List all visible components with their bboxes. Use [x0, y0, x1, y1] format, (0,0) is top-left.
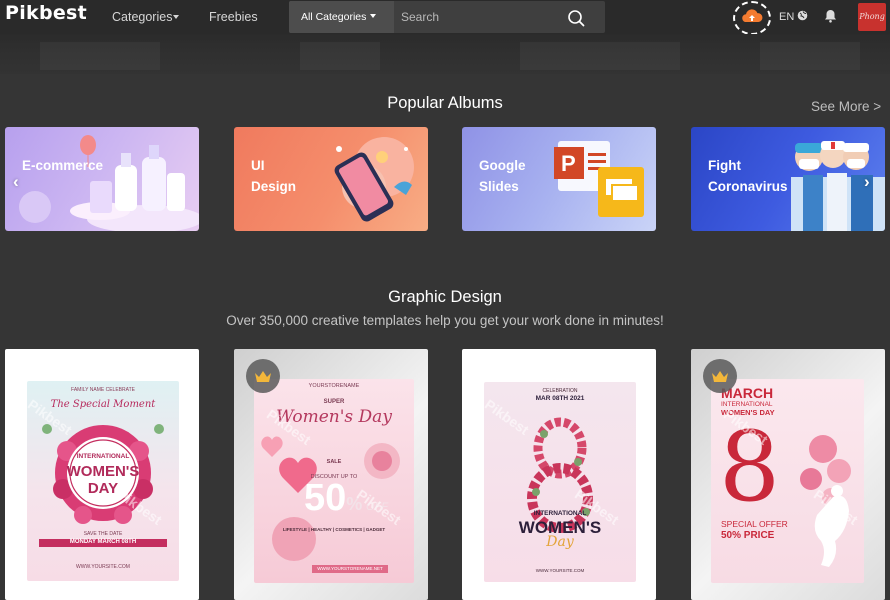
- cloud-upload-icon: [742, 9, 763, 22]
- poster-text: DAY: [87, 480, 119, 497]
- globe-icon: [798, 10, 808, 21]
- album-label: UI Design: [251, 158, 297, 194]
- template-card[interactable]: CELEBRATION MAR 08TH 2021 INTERNATIONAL …: [462, 349, 656, 600]
- poster-text: FAMILY NAME CELEBRATE: [71, 387, 135, 393]
- poster-text: SAVE THE DATE: [83, 531, 123, 537]
- site-logo[interactable]: Pikbest: [5, 2, 87, 24]
- poster-text: WWW.YOURSITE.COM: [535, 568, 585, 573]
- album-card-fight-coronavirus[interactable]: Fight Coronavirus: [691, 127, 885, 231]
- album-card-ui-design[interactable]: UI Design: [234, 127, 428, 231]
- premium-badge: [703, 359, 737, 393]
- crown-icon: [712, 371, 728, 382]
- svg-text:P: P: [561, 151, 576, 176]
- chevron-down-icon: [173, 15, 180, 19]
- search-icon: [568, 10, 585, 27]
- album-label: Fight Coronavirus: [708, 158, 788, 194]
- search-button[interactable]: [565, 7, 587, 29]
- language-label: EN: [779, 11, 795, 23]
- carousel-prev-button[interactable]: ‹: [13, 172, 19, 192]
- category-select[interactable]: All Categories: [289, 1, 394, 33]
- hero-banner-strip: [0, 34, 890, 74]
- nav-freebies[interactable]: Freebies: [209, 10, 258, 24]
- language-switch[interactable]: EN: [779, 10, 808, 23]
- chevron-down-icon: [370, 14, 377, 18]
- poster-text: MAR 08TH 2021: [535, 395, 585, 402]
- template-card[interactable]: FAMILY NAME CELEBRATE The Special Moment…: [5, 349, 199, 600]
- crown-icon: [255, 371, 271, 382]
- search-input[interactable]: [401, 5, 561, 29]
- search-bar: All Categories: [289, 1, 605, 33]
- poster-text: CELEBRATION: [542, 388, 578, 394]
- album-card-google-slides[interactable]: P Google Slides: [462, 127, 656, 231]
- category-select-value: All Categories: [301, 11, 367, 23]
- poster-text: WWW.YOURSTORENAME.NET: [317, 566, 383, 571]
- poster-text: WOMEN'S: [66, 463, 140, 480]
- album-card-ecommerce[interactable]: E-commerce: [5, 127, 199, 231]
- carousel-next-button[interactable]: ›: [864, 172, 870, 192]
- chevron-left-icon: ‹: [13, 172, 19, 191]
- poster-text: SALE: [326, 459, 342, 465]
- see-more-link[interactable]: See More >: [811, 99, 881, 114]
- notifications-button[interactable]: [824, 9, 837, 28]
- user-avatar[interactable]: Phong: [858, 3, 886, 31]
- poster-text: WWW.YOURSITE.COM: [76, 564, 130, 570]
- poster-text: LIFESTYLE | HEALTHY | COSMETICS | GADGET: [282, 527, 386, 532]
- bell-icon: [825, 10, 836, 23]
- graphic-design-subtitle: Over 350,000 creative templates help you…: [226, 313, 664, 328]
- discount-number: 50: [304, 477, 347, 519]
- nav-categories-label: Categories: [112, 10, 173, 24]
- nav-categories[interactable]: Categories: [112, 10, 180, 24]
- upload-cloud-button[interactable]: [733, 1, 771, 35]
- graphic-design-title: Graphic Design: [388, 288, 502, 306]
- poster-text: SUPER: [323, 399, 345, 405]
- poster-text: INTERNATIONAL: [76, 453, 130, 460]
- album-label: Google Slides: [479, 158, 526, 194]
- premium-badge: [246, 359, 280, 393]
- template-card[interactable]: MARCH INTERNATIONAL WOMEN'S DAY 8 SPECIA…: [691, 349, 885, 600]
- poster-text: 50% PRICE: [721, 530, 775, 541]
- poster-text: SPECIAL OFFER: [721, 519, 788, 529]
- popular-albums-title: Popular Albums: [387, 94, 503, 112]
- top-nav: Pikbest Categories Freebies All Categori…: [0, 0, 890, 35]
- ecommerce-illustration: [19, 135, 199, 231]
- template-card[interactable]: YOURSTORENAME SUPER Women's Day SALE DIS…: [234, 349, 428, 600]
- poster-text: MONDAY MARCH 08TH: [69, 539, 137, 545]
- album-label: E-commerce: [22, 158, 104, 173]
- poster-text: Day: [546, 534, 574, 550]
- nav-freebies-label: Freebies: [209, 10, 258, 24]
- chevron-right-icon: ›: [864, 172, 870, 191]
